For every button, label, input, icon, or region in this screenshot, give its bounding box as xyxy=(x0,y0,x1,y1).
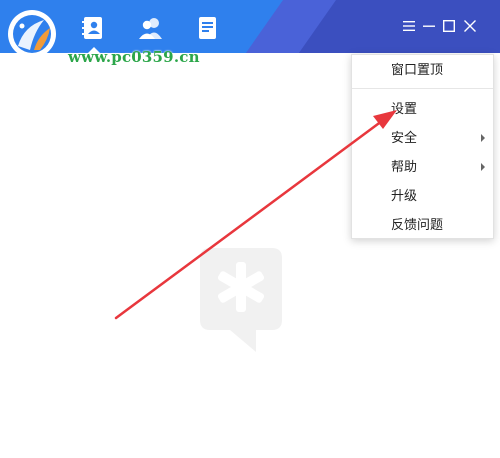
document-icon[interactable] xyxy=(195,15,221,41)
minimize-icon[interactable] xyxy=(420,17,438,35)
contacts-card-icon[interactable] xyxy=(81,15,107,41)
menu-item-label: 帮助 xyxy=(391,159,418,174)
maximize-icon[interactable] xyxy=(440,17,458,35)
close-icon[interactable] xyxy=(461,17,479,35)
menu-item-label: 反馈问题 xyxy=(391,217,444,232)
submenu-arrow-icon xyxy=(481,163,485,171)
menu-item-help[interactable]: 帮助 xyxy=(352,154,493,180)
menu-item-label: 升级 xyxy=(391,188,418,203)
menu-item-security[interactable]: 安全 xyxy=(352,125,493,151)
menu-item-label: 窗口置顶 xyxy=(391,62,444,77)
menu-item-pin-window[interactable]: 窗口置顶 xyxy=(352,57,493,83)
menu-icon[interactable] xyxy=(400,17,418,35)
menu-item-label: 设置 xyxy=(391,101,418,116)
menu-item-feedback[interactable]: 反馈问题 xyxy=(352,212,493,238)
title-bar xyxy=(0,0,500,53)
site-logo xyxy=(8,10,56,58)
app-window: www.pc0359.cn 窗口置顶 设置 安全 帮助 升级 反馈问题 xyxy=(0,0,500,458)
menu-separator xyxy=(352,88,493,89)
group-icon[interactable] xyxy=(138,15,164,41)
menu-item-label: 安全 xyxy=(391,130,418,145)
menu-item-settings[interactable]: 设置 xyxy=(352,96,493,122)
site-watermark: www.pc0359.cn xyxy=(68,48,200,66)
menu-item-upgrade[interactable]: 升级 xyxy=(352,183,493,209)
submenu-arrow-icon xyxy=(481,134,485,142)
empty-state-logo xyxy=(200,248,282,352)
main-menu: 窗口置顶 设置 安全 帮助 升级 反馈问题 xyxy=(351,54,494,239)
